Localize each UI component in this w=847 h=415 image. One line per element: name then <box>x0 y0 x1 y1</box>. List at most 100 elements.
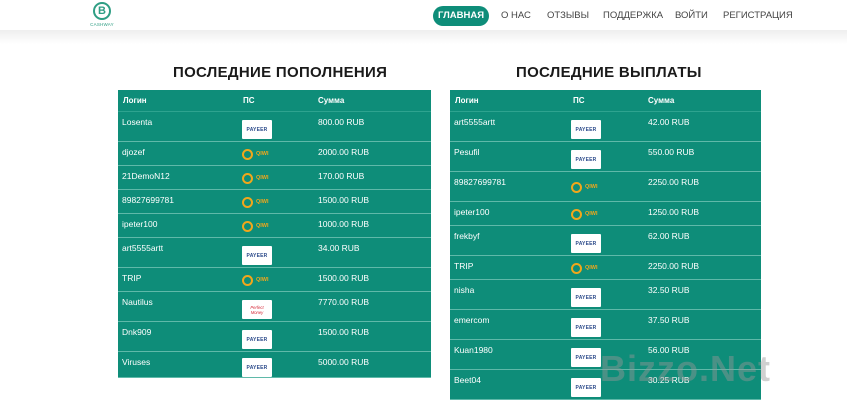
amount-cell: 34.00 RUB <box>318 243 360 253</box>
table-row: TRIP QIWI 2250.00 RUB <box>450 256 761 280</box>
payeer-icon: PAYEER <box>242 120 272 139</box>
table-row: ipeter100 QIWI 1000.00 RUB <box>118 214 431 238</box>
login-cell: Dnk909 <box>122 327 152 337</box>
payeer-icon: PAYEER <box>571 318 601 337</box>
login-cell: TRIP <box>122 273 142 283</box>
amount-cell: 1250.00 RUB <box>648 207 700 217</box>
table-row: djozef QIWI 2000.00 RUB <box>118 142 431 166</box>
login-cell: 89827699781 <box>122 195 175 205</box>
amount-cell: 1500.00 RUB <box>318 327 370 337</box>
logo-text: CASHWAY <box>90 22 114 27</box>
qiwi-label: QIWI <box>256 277 269 283</box>
table-row: emercom PAYEER 37.50 RUB <box>450 310 761 340</box>
page: B CASHWAY ГЛАВНАЯ О НАС ОТЗЫВЫ ПОДДЕРЖКА ВОЙ… <box>0 0 847 415</box>
login-cell: ipeter100 <box>454 207 490 217</box>
column-header-ps: ПС <box>243 96 255 105</box>
login-cell: TRIP <box>454 261 474 271</box>
amount-cell: 170.00 RUB <box>318 171 365 181</box>
payeer-label: PAYEER <box>575 240 597 247</box>
logo-coin-icon: B <box>93 2 111 20</box>
nav-login-link[interactable]: ВОЙТИ <box>675 6 708 26</box>
qiwi-label: QIWI <box>585 265 598 271</box>
qiwi-ring-icon <box>242 196 253 208</box>
qiwi-ring-icon <box>571 262 582 274</box>
column-header-amount: Сумма <box>318 96 345 105</box>
table-row: Dnk909 PAYEER 1500.00 RUB <box>118 322 431 352</box>
qiwi-label: QIWI <box>256 175 269 181</box>
qiwi-ring-icon <box>242 172 253 184</box>
column-header-ps: ПС <box>573 96 585 105</box>
payeer-label: PAYEER <box>246 126 268 133</box>
table-row: 89827699781 QIWI 2250.00 RUB <box>450 172 761 202</box>
qiwi-ring-icon <box>242 220 253 232</box>
table-row: 89827699781 QIWI 1500.00 RUB <box>118 190 431 214</box>
nav-about-link[interactable]: О НАС <box>501 6 531 26</box>
qiwi-icon: QIWI <box>242 195 276 209</box>
nav-support-link[interactable]: ПОДДЕРЖКА <box>603 6 663 26</box>
table-header: Логин ПС Сумма <box>118 90 431 112</box>
header-divider <box>0 30 847 44</box>
login-cell: djozef <box>122 147 145 157</box>
login-cell: art5555artt <box>454 117 496 127</box>
amount-cell: 2000.00 RUB <box>318 147 370 157</box>
login-cell: Nautilus <box>122 297 153 307</box>
amount-cell: 7770.00 RUB <box>318 297 370 307</box>
qiwi-icon: QIWI <box>571 207 605 221</box>
login-cell: 89827699781 <box>454 177 507 187</box>
amount-cell: 32.50 RUB <box>648 285 690 295</box>
deposits-table: Логин ПС Сумма Losenta PAYEER 800.00 RUB dj… <box>118 90 431 378</box>
qiwi-ring-icon <box>571 181 582 193</box>
qiwi-label: QIWI <box>256 151 269 157</box>
table-row: art5555artt PAYEER 34.00 RUB <box>118 238 431 268</box>
site-logo[interactable]: B CASHWAY <box>88 2 116 32</box>
payeer-label: PAYEER <box>575 354 597 361</box>
qiwi-ring-icon <box>242 148 253 160</box>
perfect-money-icon: Perfect Money <box>242 300 272 319</box>
column-header-amount: Сумма <box>648 96 675 105</box>
amount-cell: 2250.00 RUB <box>648 177 700 187</box>
amount-cell: 2250.00 RUB <box>648 261 700 271</box>
qiwi-icon: QIWI <box>242 273 276 287</box>
table-row: Pesufil PAYEER 550.00 RUB <box>450 142 761 172</box>
qiwi-label: QIWI <box>585 184 598 190</box>
login-cell: 21DemoN12 <box>122 171 170 181</box>
login-cell: Kuan1980 <box>454 345 493 355</box>
table-row: Losenta PAYEER 800.00 RUB <box>118 112 431 142</box>
payeer-label: PAYEER <box>575 126 597 133</box>
payeer-label: PAYEER <box>575 324 597 331</box>
payeer-icon: PAYEER <box>242 358 272 377</box>
amount-cell: 37.50 RUB <box>648 315 690 325</box>
amount-cell: 1500.00 RUB <box>318 273 370 283</box>
table-row: Viruses PAYEER 5000.00 RUB <box>118 352 431 378</box>
login-cell: frekbyf <box>454 231 480 241</box>
amount-cell: 42.00 RUB <box>648 117 690 127</box>
nav-reviews-link[interactable]: ОТЗЫВЫ <box>547 6 589 26</box>
amount-cell: 800.00 RUB <box>318 117 365 127</box>
qiwi-icon: QIWI <box>242 219 276 233</box>
qiwi-icon: QIWI <box>242 171 276 185</box>
amount-cell: 1500.00 RUB <box>318 195 370 205</box>
login-cell: Losenta <box>122 117 153 127</box>
payeer-label: PAYEER <box>246 364 268 371</box>
column-header-login: Логин <box>455 96 479 105</box>
payeer-icon: PAYEER <box>242 246 272 265</box>
payeer-label: PAYEER <box>575 294 597 301</box>
payeer-icon: PAYEER <box>571 348 601 367</box>
nav-home-link[interactable]: ГЛАВНАЯ <box>433 6 489 26</box>
login-cell: Pesufil <box>454 147 480 157</box>
watermark: Bizzo.Net <box>600 348 771 389</box>
login-cell: emercom <box>454 315 490 325</box>
table-row: Nautilus Perfect Money 7770.00 RUB <box>118 292 431 322</box>
nav-register-link[interactable]: РЕГИСТРАЦИЯ <box>723 6 793 26</box>
payeer-icon: PAYEER <box>571 288 601 307</box>
table-row: 21DemoN12 QIWI 170.00 RUB <box>118 166 431 190</box>
payeer-label: PAYEER <box>246 252 268 259</box>
payeer-icon: PAYEER <box>571 120 601 139</box>
payeer-icon: PAYEER <box>571 234 601 253</box>
table-row: TRIP QIWI 1500.00 RUB <box>118 268 431 292</box>
amount-cell: 550.00 RUB <box>648 147 695 157</box>
table-header: Логин ПС Сумма <box>450 90 761 112</box>
perfect-money-label: Money <box>250 309 264 315</box>
login-cell: Beet04 <box>454 375 481 385</box>
login-cell: ipeter100 <box>122 219 158 229</box>
